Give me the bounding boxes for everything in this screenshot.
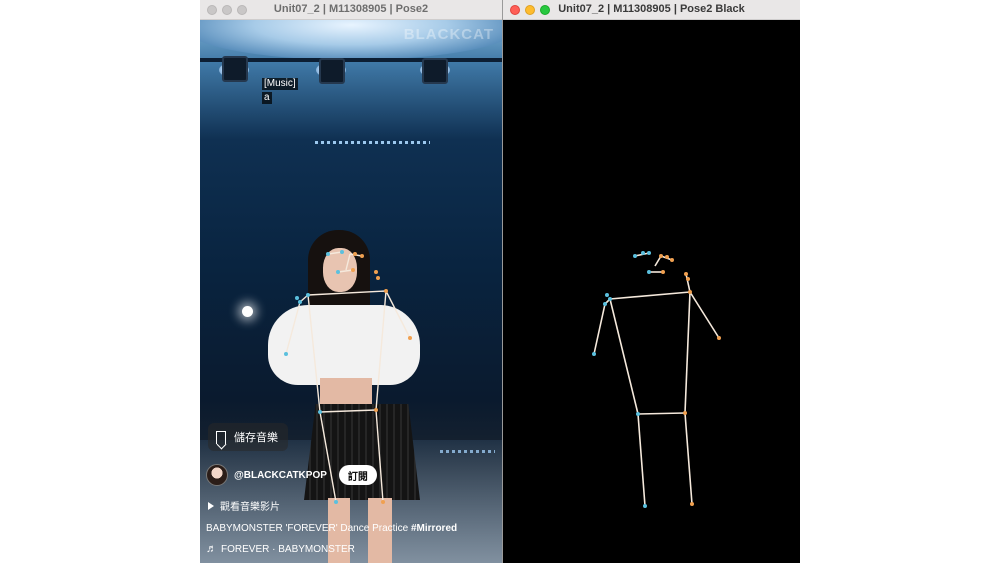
- video-title-text: BABYMONSTER 'FOREVER' Dance Practice: [206, 523, 411, 534]
- channel-watermark: BLACKCAT: [403, 26, 494, 43]
- caption-line: a: [262, 92, 272, 104]
- channel-info: @BLACKCATKPOP 訂閱: [206, 463, 377, 487]
- music-note-icon: ♬: [206, 543, 217, 555]
- video-frame[interactable]: BLACKCAT [Music] a 儲存音樂 @BLACKCATKPOP 訂閱…: [200, 20, 502, 563]
- play-icon: [208, 501, 214, 510]
- video-title-hashtag[interactable]: #Mirrored: [411, 523, 457, 534]
- pose-window: Unit07_2 | M11308905 | Pose2 BLACKCAT [M…: [200, 0, 502, 563]
- skeleton-canvas: [503, 20, 800, 563]
- music-label: FOREVER · BABYMONSTER: [221, 543, 355, 555]
- title-bar[interactable]: Unit07_2 | M11308905 | Pose2 Black: [503, 0, 800, 20]
- watch-music-video-link[interactable]: 觀看音樂影片: [208, 498, 280, 513]
- window-title: Unit07_2 | M11308905 | Pose2 Black: [558, 3, 745, 15]
- video-title[interactable]: BABYMONSTER 'FOREVER' Dance Practice #Mi…: [206, 523, 457, 534]
- title-bar[interactable]: Unit07_2 | M11308905 | Pose2: [200, 0, 502, 20]
- channel-handle[interactable]: @BLACKCATKPOP: [234, 470, 327, 481]
- window-title: Unit07_2 | M11308905 | Pose2: [273, 3, 429, 15]
- pose-black-window: Unit07_2 | M11308905 | Pose2 Black: [503, 0, 800, 563]
- bookmark-icon: [216, 430, 226, 444]
- save-music-button[interactable]: 儲存音樂: [208, 423, 288, 451]
- skeleton-overlay: [592, 251, 721, 508]
- save-music-label: 儲存音樂: [234, 432, 278, 444]
- caption-line: [Music]: [262, 78, 298, 90]
- music-info[interactable]: ♬ FOREVER · BABYMONSTER: [206, 543, 355, 555]
- subscribe-button[interactable]: 訂閱: [338, 465, 377, 485]
- avatar[interactable]: [206, 464, 228, 486]
- watch-music-video-label: 觀看音樂影片: [220, 502, 280, 513]
